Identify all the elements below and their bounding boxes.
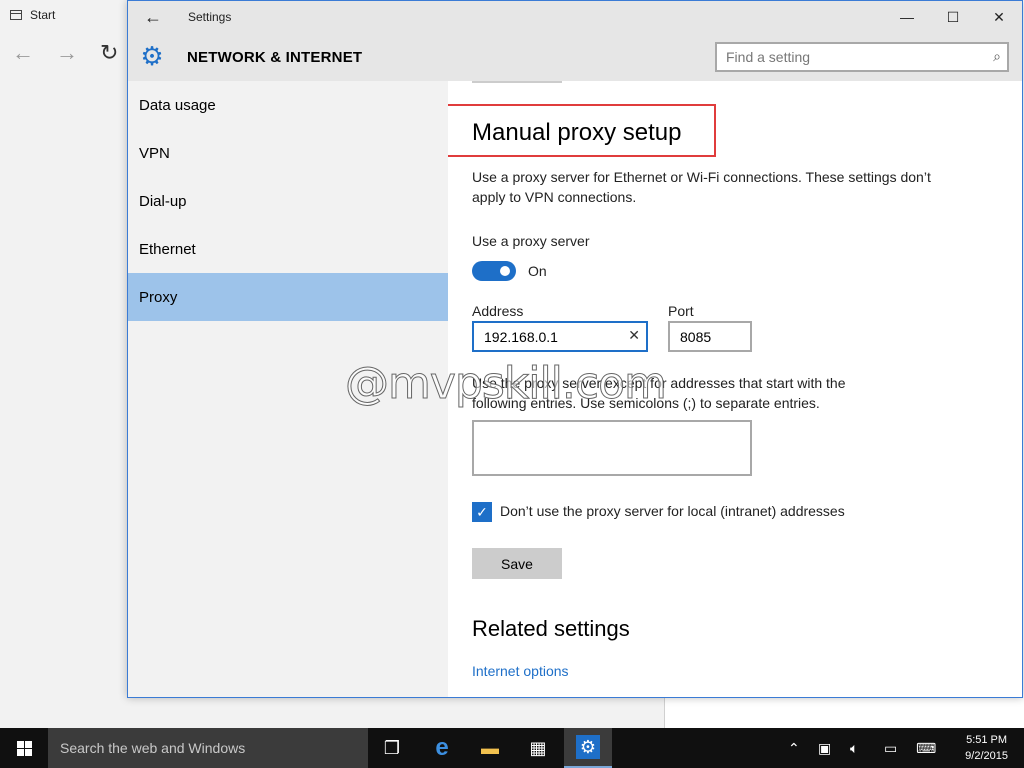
proxy-description: Use a proxy server for Ethernet or Wi-Fi… xyxy=(472,169,931,205)
manual-proxy-heading: Manual proxy setup xyxy=(472,119,682,146)
file-explorer-icon[interactable]: ▬ xyxy=(466,728,514,768)
maximize-button[interactable]: ☐ xyxy=(930,1,976,33)
action-center-icon[interactable]: ▭ xyxy=(884,728,897,768)
network-icon[interactable]: ▣ xyxy=(818,728,831,768)
minimize-button[interactable]: — xyxy=(884,1,930,33)
back-arrow-icon[interactable]: ← xyxy=(12,40,34,66)
windows-logo-icon xyxy=(16,740,32,756)
tab-page-icon xyxy=(10,10,22,20)
gear-icon: ⚙ xyxy=(140,41,164,71)
clock-date: 9/2/2015 xyxy=(965,750,1008,762)
search-icon[interactable]: ⌕ xyxy=(993,48,1001,65)
edge-browser-icon[interactable]: e xyxy=(418,728,466,768)
browser-tab-title: Start xyxy=(30,8,56,22)
forward-arrow-icon[interactable]: → xyxy=(56,40,78,66)
store-icon[interactable]: ▦ xyxy=(514,728,562,768)
toggle-state-text: On xyxy=(528,263,547,279)
settings-header: ⚙ NETWORK & INTERNET ⌕ xyxy=(128,33,1022,81)
clock-time: 5:51 PM xyxy=(966,734,1008,746)
related-settings-heading: Related settings xyxy=(472,616,630,641)
browser-tab[interactable]: Start xyxy=(10,8,55,22)
window-controls: — ☐ ✕ xyxy=(884,1,1022,33)
settings-taskbar-icon[interactable]: ⚙ xyxy=(564,728,612,768)
watermark: @mvpskill.com xyxy=(345,358,668,410)
title-bar: ← Settings — ☐ ✕ xyxy=(128,1,1022,33)
taskbar-search[interactable]: Search the web and Windows xyxy=(48,728,368,768)
task-view-icon[interactable]: ❐ xyxy=(368,728,416,768)
address-input[interactable] xyxy=(474,323,614,350)
show-hidden-icons[interactable]: ⌃ xyxy=(788,728,800,768)
address-field: ✕ xyxy=(472,321,648,352)
taskbar: Search the web and Windows ❐ e ▬ ▦ ⚙ ⌃ ▣… xyxy=(0,728,1024,768)
sidebar-item-proxy[interactable]: Proxy xyxy=(128,273,448,321)
bypass-local-checkbox[interactable]: ✓ xyxy=(472,502,492,522)
sidebar-item-dial-up[interactable]: Dial-up xyxy=(128,177,448,225)
exceptions-input[interactable] xyxy=(474,422,750,474)
refresh-icon[interactable]: ↻ xyxy=(100,40,118,66)
port-input[interactable] xyxy=(670,323,748,350)
bypass-local-label[interactable]: Don’t use the proxy server for local (in… xyxy=(500,503,845,519)
sidebar-item-vpn[interactable]: VPN xyxy=(128,129,448,177)
sidebar-item-data-usage[interactable]: Data usage xyxy=(128,81,448,129)
internet-options-link[interactable]: Internet options xyxy=(472,663,569,679)
find-setting-search: ⌕ xyxy=(715,42,1009,72)
exceptions-field xyxy=(472,420,752,476)
search-input[interactable] xyxy=(717,44,967,70)
settings-window: ← Settings — ☐ ✕ ⚙ NETWORK & INTERNET ⌕ … xyxy=(127,0,1023,698)
browser-nav: ← → ↻ xyxy=(12,40,118,66)
use-proxy-label: Use a proxy server xyxy=(472,233,590,249)
close-button[interactable]: ✕ xyxy=(976,1,1022,33)
sidebar-item-ethernet[interactable]: Ethernet xyxy=(128,225,448,273)
port-label: Port xyxy=(668,303,694,319)
clear-icon[interactable]: ✕ xyxy=(628,327,640,344)
setup-script-save-button[interactable] xyxy=(472,81,562,83)
use-proxy-toggle[interactable] xyxy=(472,261,516,281)
port-field xyxy=(668,321,752,352)
back-button[interactable]: ← xyxy=(138,5,168,29)
start-button[interactable] xyxy=(0,728,48,768)
address-label: Address xyxy=(472,303,524,319)
page-title: NETWORK & INTERNET xyxy=(187,49,363,66)
system-clock[interactable]: 5:51 PM 9/2/2015 xyxy=(965,732,1008,764)
window-title: Settings xyxy=(188,10,232,24)
volume-icon[interactable]: 🔈︎ xyxy=(850,728,858,768)
save-button[interactable]: Save xyxy=(472,548,562,579)
keyboard-icon[interactable]: ⌨ xyxy=(916,728,936,768)
